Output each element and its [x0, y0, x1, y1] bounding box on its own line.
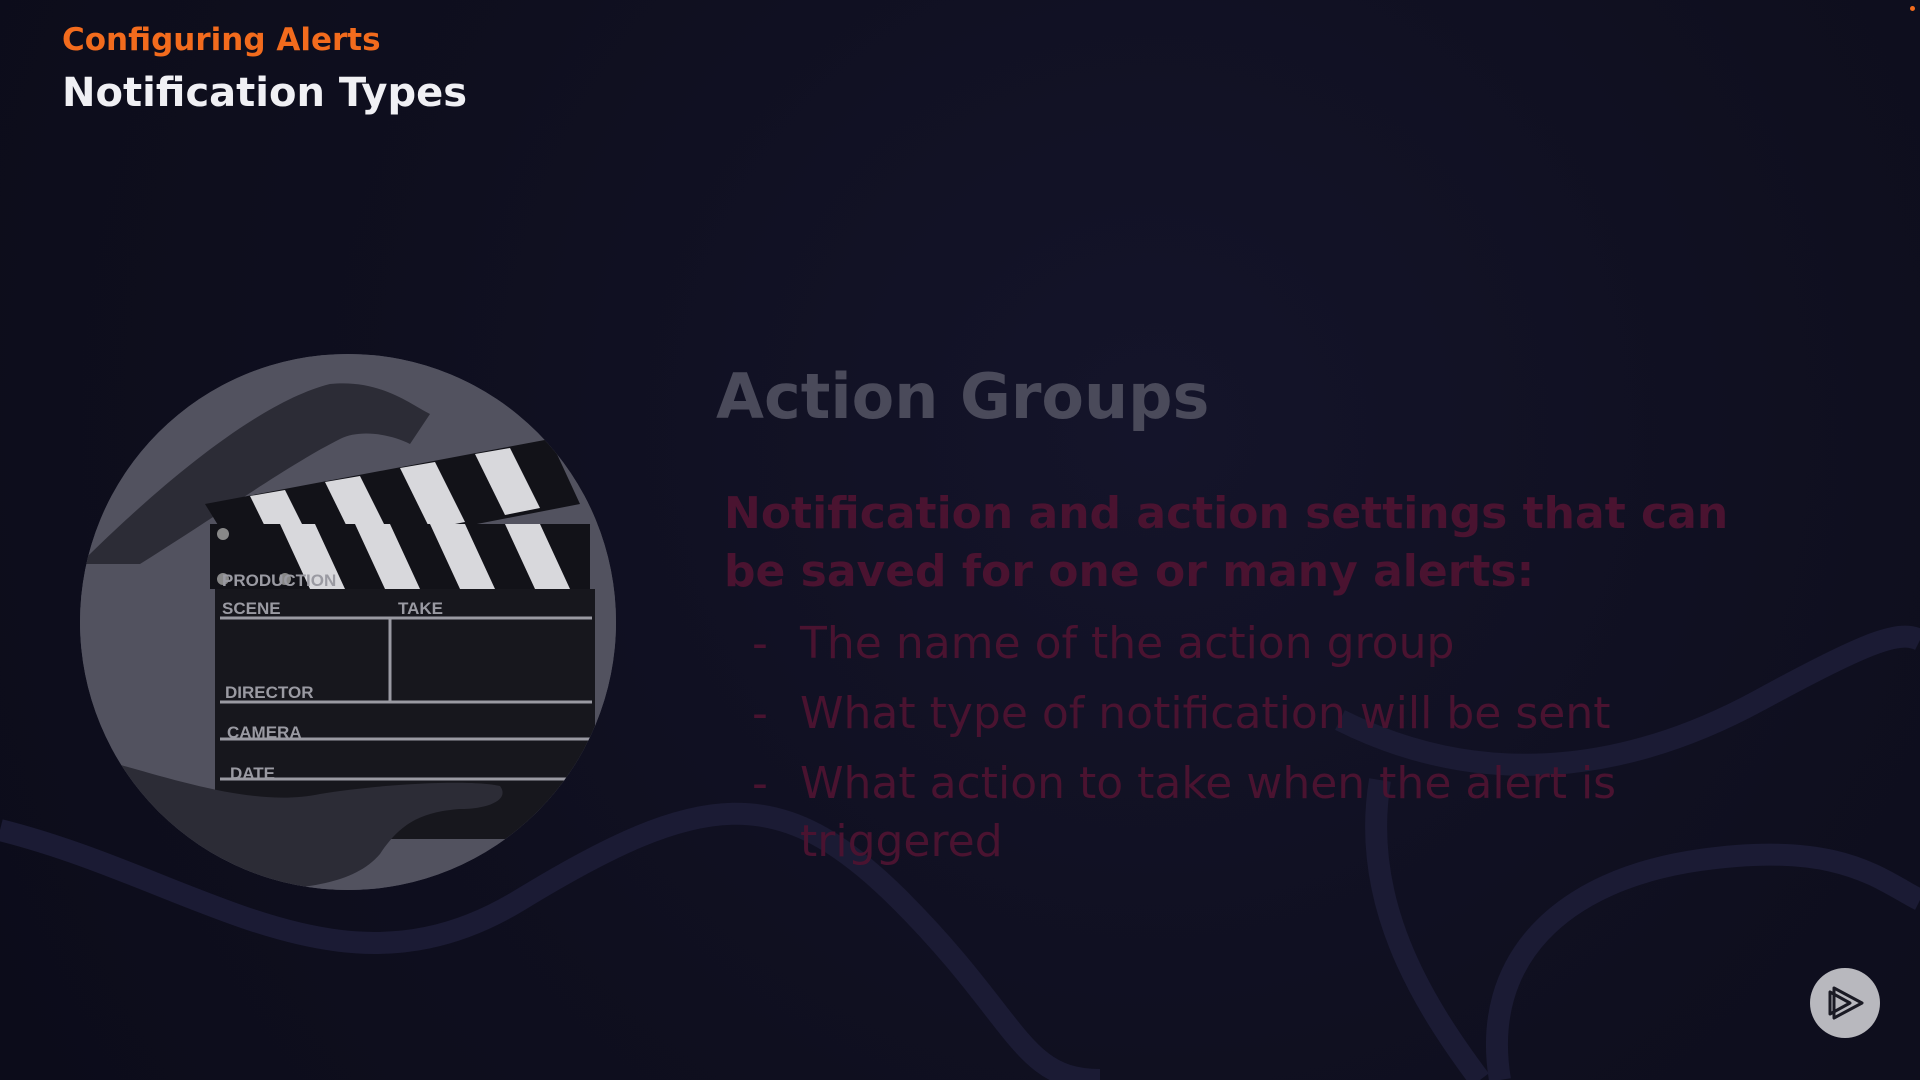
bullet-text: What action to take when the alert is tr…	[800, 758, 1617, 867]
bullet-dash: -	[752, 618, 768, 669]
clapperboard-icon: PRODUCTION SCENE TAKE DIRECTOR CAMERA DA…	[80, 354, 616, 890]
content-heading: Action Groups	[716, 360, 1210, 433]
clapperboard-camera-label: CAMERA	[227, 723, 302, 742]
bullet-item: - What action to take when the alert is …	[752, 755, 1752, 871]
section-title: Notification Types	[62, 70, 468, 116]
bullet-dash: -	[752, 758, 768, 809]
course-title: Configuring Alerts	[62, 22, 381, 58]
clapperboard-scene-label: SCENE	[222, 599, 281, 618]
play-icon	[1828, 986, 1864, 1020]
bullet-text: The name of the action group	[800, 618, 1455, 669]
clapperboard-image: PRODUCTION SCENE TAKE DIRECTOR CAMERA DA…	[80, 354, 616, 890]
content-lead-text: Notification and action settings that ca…	[724, 488, 1729, 597]
slide: Configuring Alerts Notification Types PR…	[0, 0, 1920, 1080]
bullet-item: - What type of notification will be sent	[752, 685, 1752, 743]
clapperboard-director-label: DIRECTOR	[225, 683, 313, 702]
bullet-dash: -	[752, 688, 768, 739]
bullet-item: - The name of the action group	[752, 615, 1752, 673]
play-button[interactable]	[1810, 968, 1880, 1038]
bullet-list: - The name of the action group - What ty…	[752, 615, 1752, 883]
bullet-text: What type of notification will be sent	[800, 688, 1611, 739]
clapperboard-date-label: DATE	[230, 764, 275, 783]
clapperboard-take-label: TAKE	[398, 599, 443, 618]
corner-indicator-dot	[1910, 6, 1915, 11]
clapperboard-production-label: PRODUCTION	[222, 571, 336, 590]
